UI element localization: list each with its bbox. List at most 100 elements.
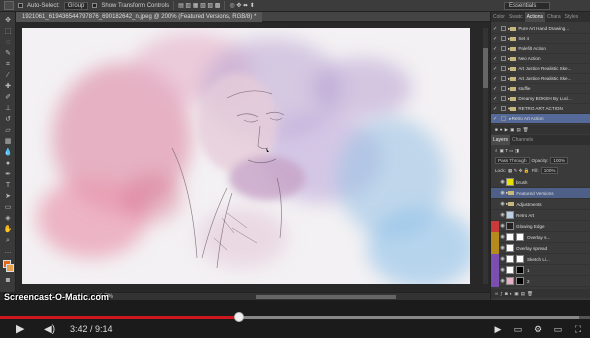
vertical-scrollbar[interactable] xyxy=(483,28,488,284)
action-set-row[interactable]: ✓ ▸ Neo Action xyxy=(491,54,590,64)
theater-mode-icon[interactable]: ▭ xyxy=(552,324,564,334)
check-icon[interactable]: ✓ xyxy=(493,46,499,52)
gradient-tool-icon[interactable]: ▦ xyxy=(3,137,13,146)
layer-row[interactable]: ◉ 2 xyxy=(491,275,590,287)
dialog-toggle[interactable] xyxy=(501,116,506,121)
tab-character[interactable]: Chara xyxy=(545,12,563,22)
layer-row[interactable]: ◉ Retro Art xyxy=(491,210,590,221)
move-tool-preset-icon[interactable] xyxy=(4,1,14,10)
check-icon[interactable]: ✓ xyxy=(493,116,499,122)
healing-brush-tool-icon[interactable]: ✚ xyxy=(3,82,13,91)
clone-stamp-tool-icon[interactable]: ⊥ xyxy=(3,104,13,113)
eye-icon[interactable]: ◉ xyxy=(499,276,506,287)
quick-select-tool-icon[interactable]: ✎ xyxy=(3,49,13,58)
fill-field[interactable]: 100% xyxy=(540,167,559,174)
eye-icon[interactable]: ◉ xyxy=(499,221,506,232)
action-set-row[interactable]: ✓ ▾ RETRO ART ACTION xyxy=(491,104,590,114)
layer-row[interactable]: ◉ brush xyxy=(491,177,590,188)
quick-mask-icon[interactable]: ◙ xyxy=(3,276,13,285)
dialog-toggle[interactable] xyxy=(501,36,506,41)
stop-icon[interactable]: ■ xyxy=(495,127,498,132)
move-tool-icon[interactable]: ✥ xyxy=(3,16,13,25)
layer-row[interactable]: ◉ ▸ Adjustments xyxy=(491,199,590,210)
eye-icon[interactable]: ◉ xyxy=(499,188,506,199)
blend-mode-dropdown[interactable]: Pass Through xyxy=(495,157,530,164)
check-icon[interactable]: ✓ xyxy=(493,36,499,42)
action-set-row[interactable]: ✓ ▸ Palefilt Action xyxy=(491,44,590,54)
check-icon[interactable]: ✓ xyxy=(493,86,499,92)
new-layer-icon[interactable]: ▤ xyxy=(521,291,525,297)
3d-mode-icons[interactable]: ◎ ✥ ⬌ ⬍ xyxy=(229,2,254,9)
layer-row[interactable]: ◉ Sketch Li... xyxy=(491,253,590,265)
new-set-icon[interactable]: ▣ xyxy=(510,127,514,133)
dialog-toggle[interactable] xyxy=(501,96,506,101)
captions-icon[interactable]: ▭ xyxy=(512,324,524,334)
eye-icon[interactable]: ◉ xyxy=(499,177,506,188)
dialog-toggle[interactable] xyxy=(501,106,506,111)
settings-gear-icon[interactable]: ⚙ xyxy=(532,324,544,334)
link-icon[interactable]: ∞ xyxy=(495,291,498,296)
trash-icon[interactable]: 🗑 xyxy=(527,291,533,297)
lasso-tool-icon[interactable]: ◌ xyxy=(3,38,13,47)
action-row-selected[interactable]: ✓ ▸ Retro Art Action xyxy=(491,114,590,124)
path-select-tool-icon[interactable]: ➤ xyxy=(3,192,13,201)
eye-icon[interactable]: ◉ xyxy=(499,199,506,210)
layer-row[interactable]: ◉ Overlay spread xyxy=(491,242,590,254)
auto-select-dropdown[interactable]: Group xyxy=(63,1,89,10)
new-group-icon[interactable]: ▣ xyxy=(514,291,518,297)
marquee-tool-icon[interactable]: ⬚ xyxy=(3,27,13,36)
play-icon[interactable]: ▶ xyxy=(505,127,509,133)
progress-scrubber-handle[interactable] xyxy=(234,312,244,322)
action-set-row[interactable]: ✓ ▸ Pure Art Hand Drawing... xyxy=(491,24,590,34)
action-set-row[interactable]: ✓ ▸ Art Justice Realistic Ske... xyxy=(491,64,590,74)
volume-icon[interactable]: ◀) xyxy=(44,324,55,335)
shape-tool-icon[interactable]: ▭ xyxy=(3,203,13,212)
document-tab[interactable]: 1921061_619436544797876_690182642_n.jpeg… xyxy=(16,12,263,22)
tab-layers[interactable]: Layers xyxy=(491,135,511,145)
crop-tool-icon[interactable]: ⌗ xyxy=(3,60,13,69)
check-icon[interactable]: ✓ xyxy=(493,96,499,102)
opacity-field[interactable]: 100% xyxy=(550,157,569,164)
dialog-toggle[interactable] xyxy=(501,46,506,51)
dialog-toggle[interactable] xyxy=(501,86,506,91)
check-icon[interactable]: ✓ xyxy=(493,106,499,112)
tab-styles[interactable]: Styles xyxy=(563,12,581,22)
eye-icon[interactable]: ◉ xyxy=(499,265,506,276)
check-icon[interactable]: ✓ xyxy=(493,26,499,32)
eraser-tool-icon[interactable]: ▱ xyxy=(3,126,13,135)
play-icon[interactable]: ▶ xyxy=(16,324,24,335)
tab-channels[interactable]: Channels xyxy=(510,135,535,145)
fx-icon[interactable]: ƒ xyxy=(500,291,503,296)
eye-icon[interactable]: ◉ xyxy=(499,254,506,265)
pen-tool-icon[interactable]: ✒ xyxy=(3,170,13,179)
layer-row[interactable]: ◉ Glowing Edge xyxy=(491,220,590,232)
zoom-tool-icon[interactable]: ⌕ xyxy=(3,236,13,245)
transform-controls-checkbox[interactable] xyxy=(92,3,98,8)
record-icon[interactable]: ● xyxy=(500,127,503,132)
horizontal-scrollbar[interactable] xyxy=(256,295,396,299)
check-icon[interactable]: ✓ xyxy=(493,56,499,62)
layer-row-selected[interactable]: ◉ ▸ Featured Versions xyxy=(491,188,590,199)
dialog-toggle[interactable] xyxy=(501,66,506,71)
eye-icon[interactable]: ◉ xyxy=(499,232,506,243)
type-tool-icon[interactable]: T xyxy=(3,181,13,190)
action-set-row[interactable]: ✓ ▸ Art Justice Realistic Ske... xyxy=(491,74,590,84)
eye-icon[interactable]: ◉ xyxy=(499,210,506,221)
dialog-toggle[interactable] xyxy=(501,26,506,31)
dialog-toggle[interactable] xyxy=(501,56,506,61)
dodge-tool-icon[interactable]: ● xyxy=(3,159,13,168)
action-set-row[interactable]: ✓ ▸ Dreamy BOKEH By Luci... xyxy=(491,94,590,104)
fullscreen-icon[interactable]: ⛶ xyxy=(572,324,584,334)
adjustment-icon[interactable]: ◐ xyxy=(510,291,513,296)
youtube-logo-icon[interactable]: ▶ xyxy=(492,324,504,334)
auto-select-checkbox[interactable] xyxy=(18,3,23,8)
layer-row[interactable]: ◉ 1 xyxy=(491,264,590,276)
filter-kind-icon[interactable]: ⌕ xyxy=(495,148,498,153)
background-color-swatch[interactable] xyxy=(6,264,14,272)
dialog-toggle[interactable] xyxy=(501,76,506,81)
lock-icons[interactable]: ▦ ✎ ✥ 🔒 xyxy=(508,168,530,174)
tab-actions[interactable]: Actions xyxy=(524,12,545,22)
edit-toolbar-icon[interactable]: … xyxy=(3,247,13,256)
filter-icons[interactable]: ▣ T ▭ ◨ xyxy=(500,148,520,154)
document-canvas[interactable] xyxy=(22,28,470,284)
